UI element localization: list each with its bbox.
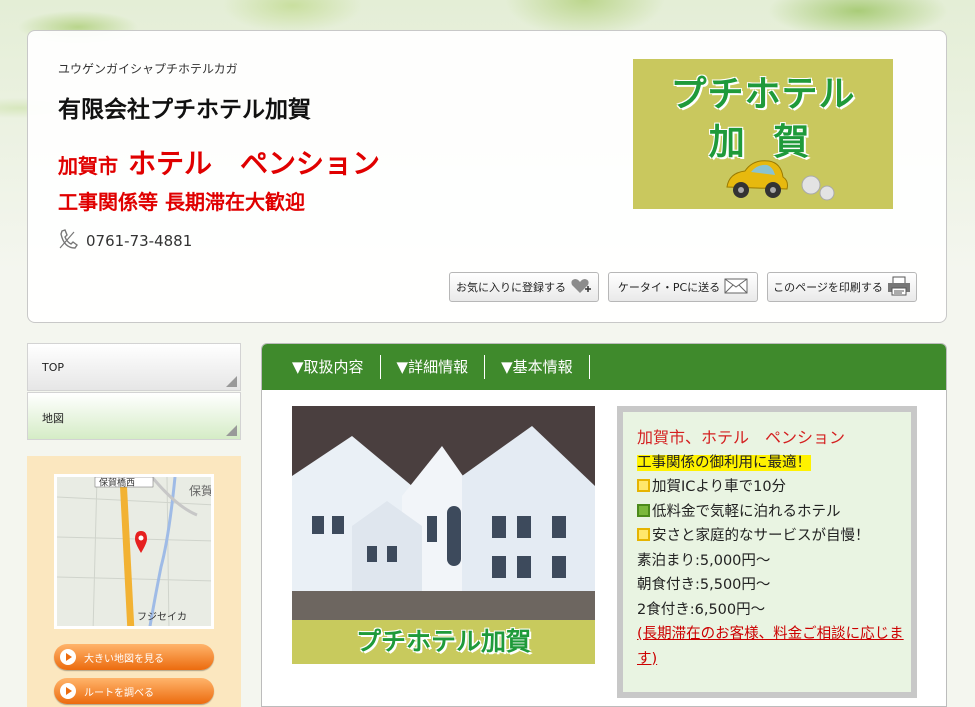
map-panel: 保賀橋西 保賀 フジセイカ 大きい地図を見る ルートを調べる	[27, 456, 241, 707]
info-panel: 加賀市、ホテル ペンション 工事関係の御利用に最適！ 加賀ICより車で10分 低…	[617, 406, 917, 698]
route-search-button[interactable]: ルートを調べる	[54, 678, 214, 704]
add-favorite-button[interactable]: お気に入りに登録する	[449, 272, 599, 302]
main-content: ▼取扱内容 ▼詳細情報 ▼基本情報 プチホテル加賀 加賀市、ホテル ペンション …	[261, 343, 947, 707]
catch-hotel-pension: ホテル ペンション	[128, 147, 381, 180]
price-room-only: 素泊まり:5,000円～	[637, 552, 771, 569]
info-line-2-text: 加賀ICより車で10分	[652, 479, 787, 495]
printer-icon	[887, 276, 911, 299]
catch-copy-1: 加賀市 ホテル ペンション	[58, 142, 380, 182]
map-label-bottom: フジセイカ	[137, 611, 187, 623]
map-thumbnail[interactable]: 保賀橋西 保賀 フジセイカ	[54, 474, 214, 629]
photo-caption: プチホテル加賀	[292, 620, 595, 664]
map-label-top-left: 保賀橋西	[99, 477, 135, 489]
price-two-meals: 2食付き:6,500円～	[637, 601, 766, 618]
phone-number: 0761-73-4881	[86, 232, 193, 250]
info-line-1: 工事関係の御利用に最適！	[637, 451, 911, 476]
long-stay-note: (長期滞在のお客様、料金ご相談に応じます)	[637, 626, 904, 667]
big-map-button[interactable]: 大きい地図を見る	[54, 644, 214, 670]
play-arrow-icon	[60, 649, 76, 665]
info-line-4-text: 安さと家庭的なサービスが自慢！	[652, 528, 870, 544]
info-line-1-text: 工事関係の御利用に最適！	[637, 454, 811, 471]
price-breakfast: 朝食付き:5,500円～	[637, 577, 771, 593]
tab-services[interactable]: ▼取扱内容	[276, 355, 381, 379]
big-map-label: 大きい地図を見る	[84, 653, 164, 665]
nav-map[interactable]: 地図	[27, 392, 241, 440]
print-page-label: このページを印刷する	[773, 281, 883, 294]
company-name: 有限会社プチホテル加賀	[58, 97, 311, 123]
hotel-logo: プチホテル 加 賀	[633, 59, 893, 209]
print-page-button[interactable]: このページを印刷する	[767, 272, 917, 302]
yellow-square-icon	[637, 528, 650, 541]
play-arrow-icon	[60, 683, 76, 699]
info-line-3: 低料金で気軽に泊れるホテル	[637, 500, 911, 525]
green-square-icon	[637, 503, 650, 517]
send-to-phone-label: ケータイ・PCに送る	[617, 281, 721, 294]
company-kana: ユウゲンガイシャプチホテルカガ	[58, 62, 238, 76]
info-line-2: 加賀ICより車で10分	[637, 475, 911, 500]
info-line-3-text: 低料金で気軽に泊れるホテル	[652, 503, 841, 520]
hotel-photo: プチホテル加賀	[292, 406, 595, 664]
nav-map-label: 地図	[42, 412, 64, 425]
corner-arrow-icon	[226, 425, 237, 436]
mail-icon	[724, 277, 748, 298]
info-line-4: 安さと家庭的なサービスが自慢！	[637, 524, 911, 549]
phone-row: 0761-73-4881	[58, 228, 192, 254]
catch-city: 加賀市	[58, 154, 118, 178]
yellow-square-icon	[637, 479, 650, 492]
nav-top[interactable]: TOP	[27, 343, 241, 391]
tab-basic-info[interactable]: ▼基本情報	[485, 355, 590, 379]
logo-text-line1: プチホテル	[670, 74, 856, 115]
phone-icon	[58, 228, 78, 254]
add-favorite-label: お気に入りに登録する	[456, 281, 566, 294]
catch-copy-2: 工事関係等 長期滞在大歓迎	[58, 190, 305, 214]
car-icon	[726, 160, 835, 201]
map-label-top-right: 保賀	[189, 484, 213, 498]
route-search-label: ルートを調べる	[84, 687, 154, 699]
tab-bar: ▼取扱内容 ▼詳細情報 ▼基本情報	[262, 344, 946, 390]
tab-details[interactable]: ▼詳細情報	[381, 355, 486, 379]
send-to-phone-button[interactable]: ケータイ・PCに送る	[608, 272, 758, 302]
nav-top-label: TOP	[42, 361, 65, 374]
corner-arrow-icon	[226, 376, 237, 387]
heart-plus-icon	[570, 277, 592, 298]
info-title: 加賀市、ホテル ペンション	[637, 428, 846, 447]
